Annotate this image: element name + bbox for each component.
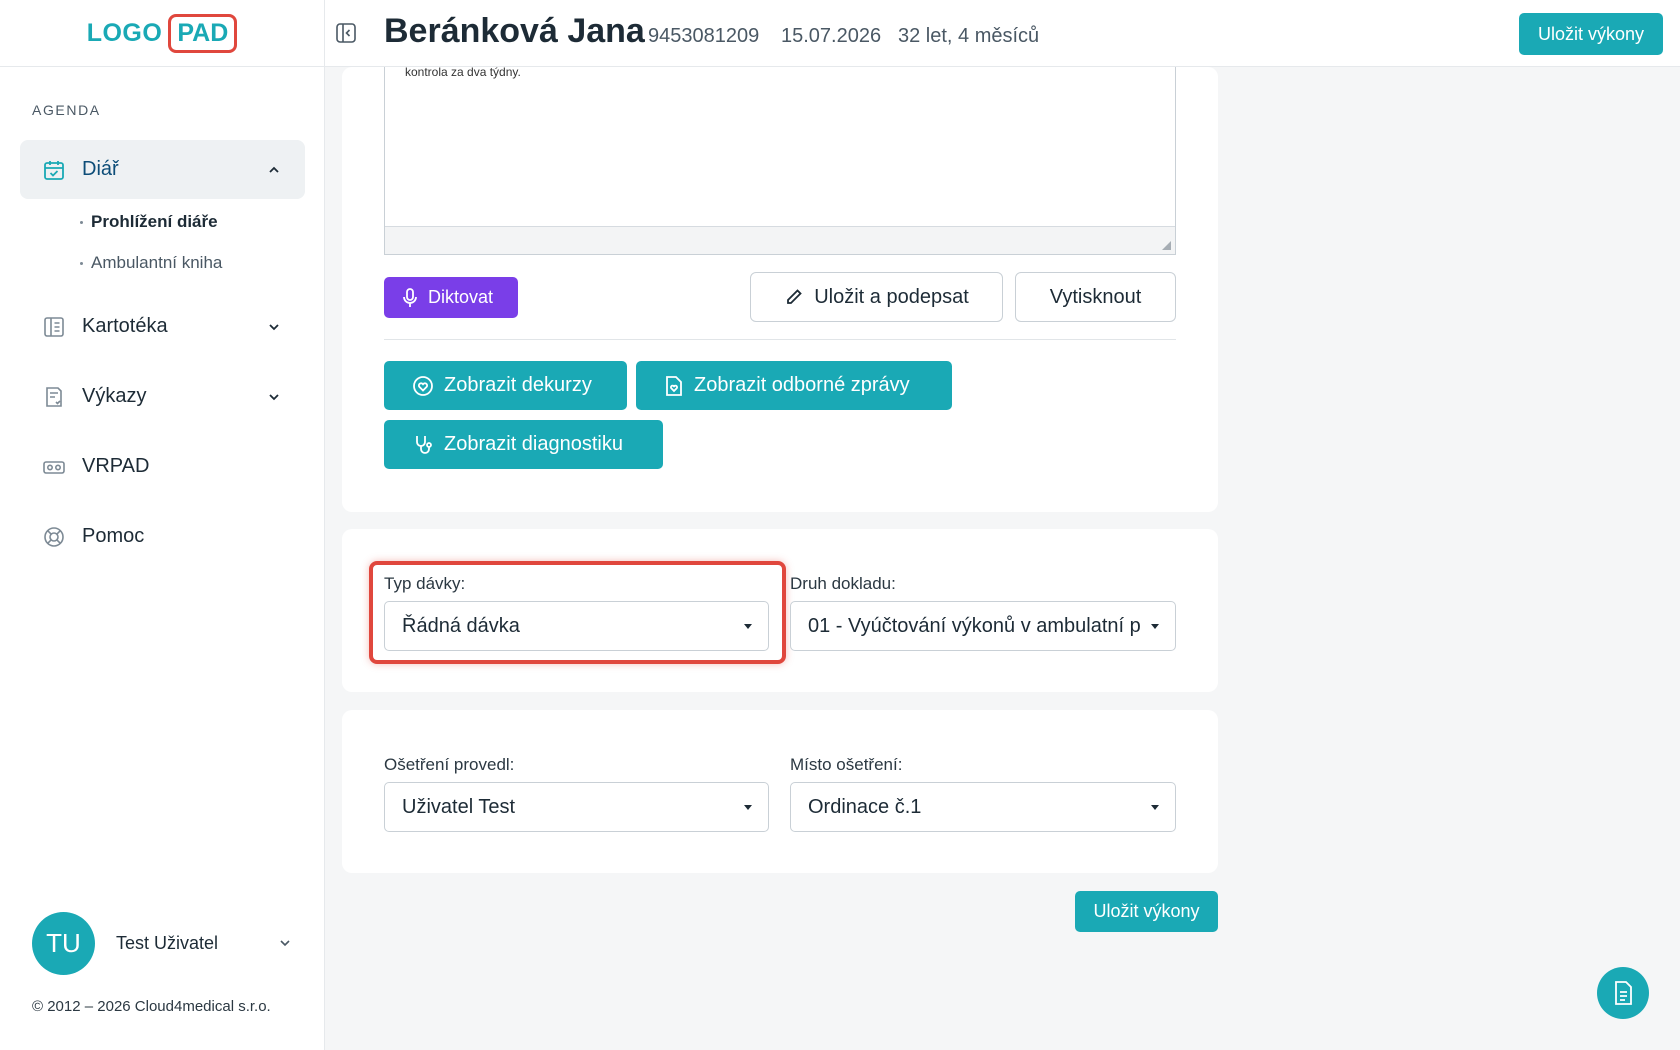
subnav-label: Prohlížení diáře <box>91 212 218 231</box>
print-button[interactable]: Vytisknout <box>1015 272 1176 322</box>
dictate-button[interactable]: Diktovat <box>384 277 518 318</box>
doc-type-value: 01 - Vyúčtování výkonů v ambulatní p <box>808 614 1141 637</box>
treatment-card: Ošetření provedl: Uživatel Test Místo oš… <box>342 710 1218 873</box>
copyright: © 2012 – 2026 Cloud4medical s.r.o. <box>32 998 271 1015</box>
batch-card: Typ dávky: Řádná dávka Druh dokladu: 01 … <box>342 529 1218 692</box>
save-services-bottom-button[interactable]: Uložit výkony <box>1075 891 1218 932</box>
heart-circle-icon <box>412 375 434 397</box>
chevron-down-icon <box>267 317 281 340</box>
sidebar-item-label: Diář <box>82 158 119 180</box>
user-menu[interactable]: TU Test Uživatel <box>32 912 292 975</box>
pencil-icon <box>784 287 804 307</box>
caret-down-icon <box>1151 624 1159 629</box>
chevron-down-icon <box>267 387 281 410</box>
document-icon <box>1611 980 1635 1006</box>
section-title-agenda: AGENDA <box>32 102 101 118</box>
patient-name: Beránková Jana <box>384 12 645 50</box>
sidebar-collapse-icon[interactable] <box>335 22 357 49</box>
book-icon <box>42 315 66 339</box>
sidebar-item-label: Pomoc <box>82 525 145 547</box>
bullet-icon <box>80 261 83 265</box>
notes-card: kontrola za dva týdny. Diktovat Uložit a… <box>342 65 1218 512</box>
lifebuoy-icon <box>42 525 66 549</box>
save-sign-button[interactable]: Uložit a podepsat <box>750 272 1003 322</box>
sidebar: LOGO PAD AGENDA Diář Prohlížení diáře Am… <box>0 0 325 1050</box>
resize-handle-icon[interactable] <box>1162 241 1171 250</box>
dictate-label: Diktovat <box>428 287 494 307</box>
patient-date: 15.07.2026 <box>781 25 882 47</box>
treatment-place-select[interactable]: Ordinace č.1 <box>790 782 1176 832</box>
user-name: Test Uživatel <box>116 933 219 953</box>
show-reports-label: Zobrazit odborné zprávy <box>694 374 910 396</box>
sidebar-item-pomoc[interactable]: Pomoc <box>20 507 305 566</box>
treated-by-select[interactable]: Uživatel Test <box>384 782 769 832</box>
caret-down-icon <box>1151 805 1159 810</box>
sidebar-item-label: VRPAD <box>82 455 150 477</box>
treated-by-label: Ošetření provedl: <box>384 755 515 774</box>
patient-id: 9453081209 <box>648 25 760 47</box>
sidebar-item-diar[interactable]: Diář <box>20 140 305 199</box>
microphone-icon <box>402 287 418 308</box>
logo[interactable]: LOGO PAD <box>0 0 324 67</box>
floating-document-button[interactable] <box>1597 967 1649 1019</box>
stethoscope-icon <box>412 434 434 456</box>
bullet-icon <box>80 220 83 224</box>
divider <box>384 339 1176 340</box>
treatment-place-label: Místo ošetření: <box>790 755 903 774</box>
chevron-down-icon <box>278 936 292 955</box>
calendar-icon <box>42 158 66 182</box>
treated-by-value: Uživatel Test <box>402 795 516 818</box>
subnav-label: Ambulantní kniha <box>91 253 223 272</box>
sidebar-item-vykazy[interactable]: Výkazy <box>20 367 305 426</box>
editor-statusbar <box>385 226 1175 254</box>
doc-type-select[interactable]: 01 - Vyúčtování výkonů v ambulatní p <box>790 601 1176 651</box>
save-services-button[interactable]: Uložit výkony <box>1519 13 1663 55</box>
caret-down-icon <box>744 805 752 810</box>
sidebar-item-label: Kartotéka <box>82 315 168 337</box>
document-heart-icon <box>664 375 684 397</box>
notes-text: kontrola za dva týdny. <box>405 65 521 79</box>
sidebar-item-kartoteka[interactable]: Kartotéka <box>20 297 305 356</box>
show-decurses-label: Zobrazit dekurzy <box>444 374 592 396</box>
save-sign-label: Uložit a podepsat <box>814 285 969 308</box>
subnav-ambulantni-kniha[interactable]: Ambulantní kniha <box>80 253 222 273</box>
patient-age: 32 let, 4 měsíců <box>898 25 1040 47</box>
sidebar-item-label: Výkazy <box>82 385 147 407</box>
highlight-box <box>369 561 786 664</box>
logo-text: LOGO <box>86 18 163 47</box>
notes-textarea[interactable]: kontrola za dva týdny. <box>384 65 1176 255</box>
show-reports-button[interactable]: Zobrazit odborné zprávy <box>636 361 952 410</box>
show-decurses-button[interactable]: Zobrazit dekurzy <box>384 361 627 410</box>
header: Beránková Jana 9453081209 15.07.2026 32 … <box>325 0 1680 67</box>
show-diagnostics-label: Zobrazit diagnostiku <box>444 433 623 455</box>
avatar: TU <box>32 912 95 975</box>
sidebar-item-vrpad[interactable]: VRPAD <box>20 437 305 496</box>
show-diagnostics-button[interactable]: Zobrazit diagnostiku <box>384 420 663 469</box>
treatment-place-value: Ordinace č.1 <box>808 795 922 818</box>
report-icon <box>42 385 66 409</box>
vr-icon <box>42 455 66 479</box>
chevron-up-icon <box>267 160 281 183</box>
subnav-prohlizeni-diare[interactable]: Prohlížení diáře <box>80 212 218 232</box>
doc-type-label: Druh dokladu: <box>790 574 896 593</box>
logo-badge: PAD <box>168 13 238 53</box>
